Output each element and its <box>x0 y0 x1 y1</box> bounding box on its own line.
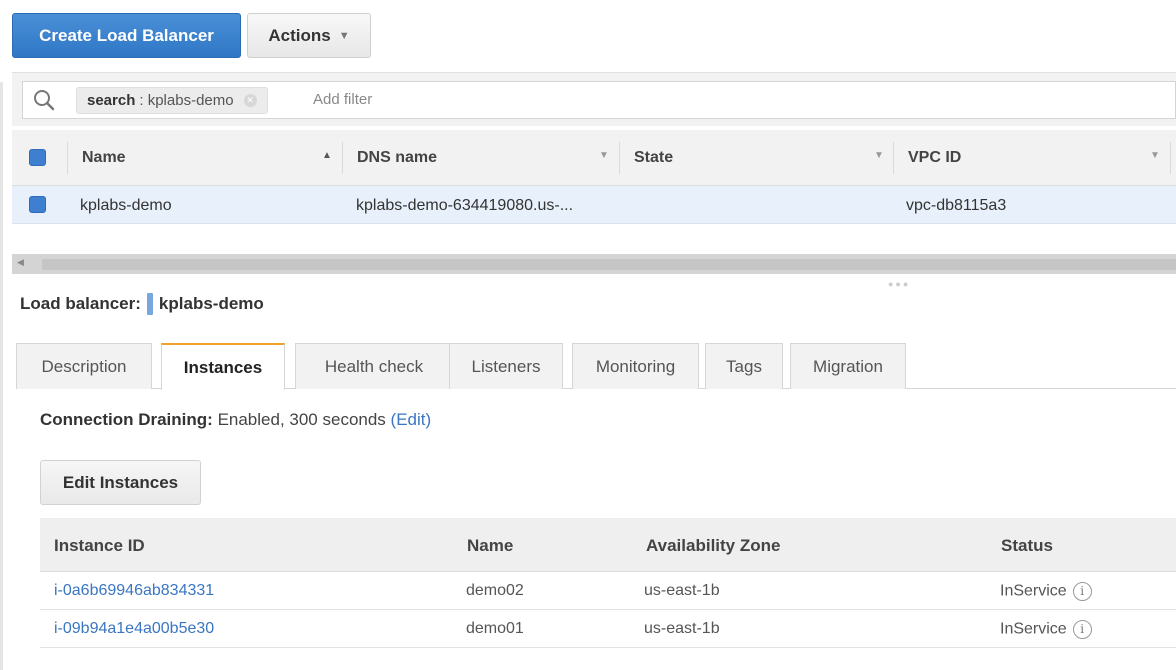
tab-health-check[interactable]: Health check <box>295 343 453 389</box>
tab-description[interactable]: Description <box>16 343 152 389</box>
filter-token-value: : kplabs-demo <box>139 92 234 109</box>
connection-draining-label: Connection Draining: <box>40 410 213 429</box>
edit-connection-draining-link[interactable]: (Edit) <box>391 410 432 429</box>
info-icon[interactable]: i <box>1072 620 1092 639</box>
instances-table-header: Instance ID Name Availability Zone Statu… <box>40 518 1176 572</box>
load-balancer-title: Load balancer: kplabs-demo <box>20 293 264 315</box>
column-header-state[interactable]: State <box>634 149 673 167</box>
selection-marker <box>146 293 153 315</box>
actions-label: Actions <box>268 25 331 45</box>
table-row: i-0a6b69946ab834331 demo02 us-east-1b In… <box>40 572 1176 610</box>
column-header-dns[interactable]: DNS name <box>357 149 437 167</box>
row-checkbox[interactable] <box>29 196 46 213</box>
tab-listeners[interactable]: Listeners <box>449 343 563 389</box>
instance-status: InService i <box>1000 582 1092 601</box>
instance-status: InService i <box>1000 620 1092 639</box>
connection-draining-info: Connection Draining: Enabled, 300 second… <box>40 410 431 430</box>
column-header-instance-id[interactable]: Instance ID <box>54 536 145 556</box>
actions-dropdown-button[interactable]: Actions ▼ <box>247 13 371 58</box>
column-divider <box>67 142 68 174</box>
instance-id-link[interactable]: i-09b94a1e4a00b5e30 <box>54 620 214 638</box>
filter-token[interactable]: search : kplabs-demo ✕ <box>76 87 268 114</box>
instance-name: demo02 <box>466 582 524 599</box>
horizontal-scrollbar[interactable]: ◀ <box>12 254 1176 274</box>
tab-tags[interactable]: Tags <box>705 343 783 389</box>
filter-bar: search : kplabs-demo ✕ Add filter <box>12 72 1176 126</box>
sort-icon[interactable]: ▼ <box>1150 150 1160 161</box>
search-icon <box>34 90 55 111</box>
left-panel-edge <box>0 82 3 670</box>
column-divider <box>619 142 620 174</box>
chevron-down-icon: ▼ <box>338 29 350 42</box>
instance-id-link[interactable]: i-0a6b69946ab834331 <box>54 582 214 600</box>
info-icon[interactable]: i <box>1072 582 1092 601</box>
create-load-balancer-button[interactable]: Create Load Balancer <box>12 13 241 58</box>
select-all-checkbox[interactable] <box>29 149 46 166</box>
column-header-status[interactable]: Status <box>1001 536 1053 556</box>
column-divider <box>342 142 343 174</box>
row-name: kplabs-demo <box>80 197 172 214</box>
load-balancer-label: Load balancer: <box>20 294 141 313</box>
sort-icon[interactable]: ▼ <box>599 150 609 161</box>
tab-monitoring[interactable]: Monitoring <box>572 343 699 389</box>
column-header-availability-zone[interactable]: Availability Zone <box>646 536 780 556</box>
resize-handle-icon[interactable]: ●●● <box>888 279 910 289</box>
instance-name: demo01 <box>466 620 524 637</box>
sort-icon[interactable]: ▼ <box>874 150 884 161</box>
column-header-name[interactable]: Name <box>82 149 126 167</box>
detail-tabs: Description Instances Health check Liste… <box>16 343 1176 390</box>
instance-zone: us-east-1b <box>644 582 720 599</box>
column-divider <box>1170 142 1171 174</box>
instance-status-text: InService <box>1000 620 1067 638</box>
toolbar: Create Load Balancer Actions ▼ <box>0 0 1176 72</box>
load-balancer-name: kplabs-demo <box>158 294 264 313</box>
instance-zone: us-east-1b <box>644 620 720 637</box>
edit-instances-button[interactable]: Edit Instances <box>40 460 201 505</box>
filter-input-box[interactable]: search : kplabs-demo ✕ Add filter <box>22 81 1176 119</box>
column-header-instance-name[interactable]: Name <box>467 536 513 556</box>
row-vpc: vpc-db8115a3 <box>906 197 1007 214</box>
connection-draining-value: Enabled, 300 seconds <box>217 410 386 429</box>
table-row[interactable]: kplabs-demo kplabs-demo-634419080.us-...… <box>12 186 1176 224</box>
row-dns: kplabs-demo-634419080.us-... <box>356 197 574 214</box>
column-header-vpc[interactable]: VPC ID <box>908 149 961 167</box>
filter-token-key: search <box>87 92 136 109</box>
table-header: Name ▲ DNS name ▼ State ▼ VPC ID ▼ <box>12 130 1176 186</box>
sort-ascending-icon[interactable]: ▲ <box>322 150 332 161</box>
scroll-left-icon[interactable]: ◀ <box>17 257 24 268</box>
column-divider <box>893 142 894 174</box>
instance-status-text: InService <box>1000 582 1067 600</box>
add-filter-input[interactable]: Add filter <box>313 91 372 108</box>
scrollbar-thumb[interactable] <box>42 259 1176 270</box>
remove-filter-icon[interactable]: ✕ <box>243 94 257 107</box>
tab-instances[interactable]: Instances <box>161 343 285 390</box>
table-row: i-09b94a1e4a00b5e30 demo01 us-east-1b In… <box>40 610 1176 648</box>
tab-migration[interactable]: Migration <box>790 343 906 389</box>
